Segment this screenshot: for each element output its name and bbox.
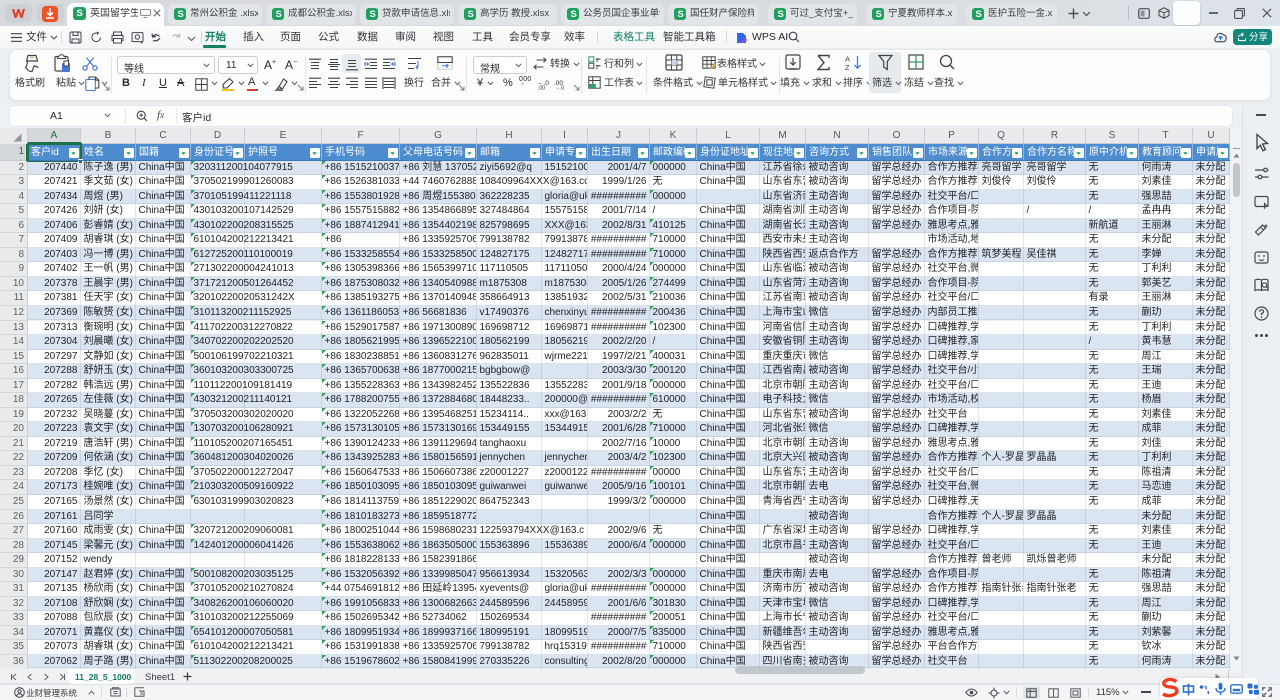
svg-text:Z: Z	[845, 63, 850, 71]
svg-text:1: 1	[596, 58, 599, 64]
svg-text:2: 2	[596, 65, 599, 69]
svg-text:.00: .00	[538, 86, 545, 91]
svg-text:→.0: →.0	[555, 86, 564, 91]
